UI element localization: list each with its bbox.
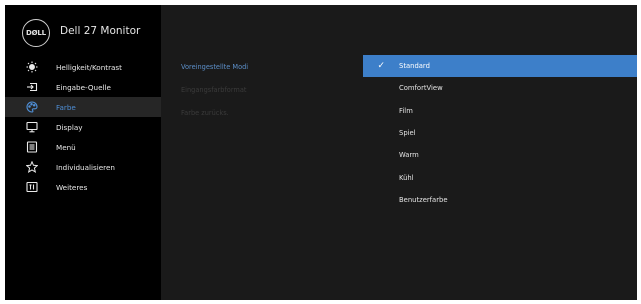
submenu-item-input-color-format[interactable]: Eingangsfarbformat: [181, 86, 246, 94]
sidebar: DØLL Dell 27 Monitor Helligkeit/Kontrast: [5, 5, 161, 300]
menu-item-label: Individualisieren: [56, 162, 115, 172]
menu-icon: [25, 140, 39, 154]
star-icon: [25, 160, 39, 174]
menu-item-label: Eingabe-Quelle: [56, 82, 111, 92]
option-benutzerfarbe[interactable]: Benutzerfarbe: [363, 189, 637, 211]
option-label: Warm: [399, 151, 419, 160]
color-palette-icon: [25, 100, 39, 114]
submenu-item-reset-color[interactable]: Farbe zurücks.: [181, 109, 229, 117]
preset-mode-options: ✓ Standard ComfortView Film Spiel Warm K…: [363, 55, 637, 211]
input-source-icon: [25, 80, 39, 94]
option-warm[interactable]: Warm: [363, 144, 637, 166]
checkmark-icon: ✓: [377, 61, 385, 72]
option-label: Film: [399, 106, 413, 115]
dell-logo: DØLL: [22, 19, 50, 47]
menu-item-others[interactable]: Weiteres: [5, 177, 161, 197]
monitor-title: Dell 27 Monitor: [60, 25, 141, 37]
menu-item-display[interactable]: Display: [5, 117, 161, 137]
menu-item-label: Helligkeit/Kontrast: [56, 62, 122, 72]
monitor-osd: DØLL Dell 27 Monitor Helligkeit/Kontrast: [5, 5, 637, 300]
menu-item-color[interactable]: Farbe: [5, 97, 161, 117]
submenu-item-preset-modes[interactable]: Voreingestellte Modi: [181, 63, 248, 71]
option-label: Standard: [399, 62, 430, 71]
info-icon: [25, 180, 39, 194]
brightness-icon: [25, 60, 39, 74]
menu-item-label: Display: [56, 122, 83, 132]
color-submenu: Voreingestellte Modi Eingangsfarbformat …: [161, 5, 360, 300]
menu-item-label: Weiteres: [56, 182, 88, 192]
option-film[interactable]: Film: [363, 100, 637, 122]
menu-item-input-source[interactable]: Eingabe-Quelle: [5, 77, 161, 97]
menu-item-label: Menü: [56, 142, 76, 152]
osd-header: DØLL Dell 27 Monitor: [5, 5, 161, 55]
option-spiel[interactable]: Spiel: [363, 122, 637, 144]
menu-item-menu[interactable]: Menü: [5, 137, 161, 157]
option-label: ComfortView: [399, 84, 443, 93]
option-label: Benutzerfarbe: [399, 195, 448, 204]
menu-item-label: Farbe: [56, 102, 76, 112]
display-icon: [25, 120, 39, 134]
option-kuehl[interactable]: Kühl: [363, 166, 637, 188]
option-comfortview[interactable]: ComfortView: [363, 77, 637, 99]
option-label: Spiel: [399, 129, 416, 138]
menu-item-personalize[interactable]: Individualisieren: [5, 157, 161, 177]
main-menu: Helligkeit/Kontrast Eingabe-Quelle Farbe…: [5, 57, 161, 197]
option-standard[interactable]: ✓ Standard: [363, 55, 637, 78]
menu-item-brightness-contrast[interactable]: Helligkeit/Kontrast: [5, 57, 161, 77]
option-label: Kühl: [399, 173, 414, 182]
